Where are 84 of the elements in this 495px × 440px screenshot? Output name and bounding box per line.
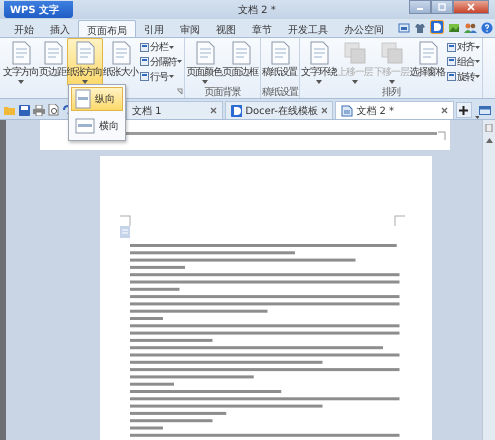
menu-tab[interactable]: 视图: [208, 20, 244, 37]
image-icon[interactable]: [448, 22, 460, 34]
caret-icon: [475, 60, 480, 64]
menu-item[interactable]: 纵向: [71, 87, 123, 111]
group-label: 排列: [382, 86, 400, 98]
ribbon-small-button[interactable]: 对齐: [446, 40, 480, 54]
landscape-page-icon: [75, 118, 95, 134]
document-tab[interactable]: 文档 2 *: [335, 101, 454, 119]
menu-tab[interactable]: 引用: [136, 20, 172, 37]
ribbon-button[interactable]: 稿纸设置: [262, 38, 298, 86]
ribbon-button[interactable]: 选择窗格: [410, 38, 446, 86]
up-arrow-icon[interactable]: [486, 138, 492, 143]
window-icon[interactable]: [479, 106, 492, 115]
caret-icon: [475, 75, 480, 78]
menu-tab[interactable]: 页面布局: [78, 20, 136, 37]
menu-tab[interactable]: 插入: [42, 20, 78, 37]
tool-icon: [140, 42, 150, 52]
print-icon[interactable]: [33, 104, 45, 116]
menu-tab[interactable]: 章节: [244, 20, 280, 37]
margin-mark: [394, 216, 406, 226]
margin-mark: [438, 132, 446, 140]
ribbon-button[interactable]: 页边距: [39, 38, 67, 86]
ribbon-small-button[interactable]: 分隔符: [140, 55, 182, 68]
ribbon-button[interactable]: 文字环绕: [301, 38, 338, 86]
help-icon[interactable]: [481, 22, 493, 34]
ribbon-small-button[interactable]: 行号: [140, 70, 182, 84]
document-tab[interactable]: 文档 1: [126, 101, 224, 119]
tool-icon: [446, 57, 456, 66]
group-label: 稿纸设置: [262, 86, 298, 98]
tool-icon: [446, 42, 456, 52]
caret-icon: [202, 80, 208, 84]
close-tab-icon[interactable]: [210, 107, 218, 114]
people-icon[interactable]: [464, 22, 477, 34]
save-icon[interactable]: [19, 104, 30, 116]
docer-icon: [231, 104, 242, 116]
ribbon-button[interactable]: 文字方向: [3, 38, 40, 86]
menu-tab[interactable]: 办公空间: [336, 20, 392, 37]
caret-icon: [475, 46, 480, 49]
ribbon-small-button[interactable]: 组合: [446, 55, 480, 68]
tool-icon: [140, 57, 150, 66]
ribbon-button[interactable]: 纸张大小: [102, 38, 140, 86]
caret-icon: [168, 75, 174, 78]
scrollbar[interactable]: [482, 120, 495, 440]
page-icon: [120, 226, 130, 238]
plus-icon: [459, 106, 468, 114]
maximize-button[interactable]: [431, 0, 453, 14]
group-label: 页面背景: [204, 86, 241, 98]
window-icon[interactable]: [398, 22, 410, 34]
minimize-button[interactable]: [409, 0, 431, 14]
ribbon-button[interactable]: 页面颜色: [186, 38, 223, 86]
layers-icon: [380, 41, 404, 65]
ribbon-button[interactable]: 页面边框: [222, 38, 259, 86]
menu-tab[interactable]: 开发工具: [280, 20, 336, 37]
caret-icon: [388, 80, 395, 84]
close-tab-icon[interactable]: [440, 107, 448, 114]
preview-icon[interactable]: [48, 104, 59, 116]
caret-icon: [352, 80, 358, 84]
ribbon-small-button[interactable]: 旋转: [446, 70, 480, 84]
window-title: 文档 2 *: [238, 4, 276, 17]
tool-icon: [446, 72, 456, 82]
app-menu-button[interactable]: WPS 文字: [4, 1, 74, 18]
caret-icon: [168, 46, 174, 49]
ribbon-small-button[interactable]: 分栏: [140, 40, 182, 54]
new-tab-button[interactable]: [456, 102, 472, 118]
shirt-icon[interactable]: [414, 22, 426, 34]
caret-icon: [177, 60, 182, 64]
menu-tab[interactable]: 审阅: [172, 20, 208, 37]
caret-icon: [316, 80, 322, 84]
close-button[interactable]: [453, 0, 489, 14]
dialog-launcher-icon[interactable]: [176, 88, 184, 95]
tool-icon: [140, 72, 150, 82]
portrait-page-icon: [75, 89, 91, 109]
menu-item[interactable]: 横向: [71, 114, 123, 138]
layers-icon: [343, 41, 368, 65]
document-tab[interactable]: Docer-在线模板: [225, 101, 334, 119]
close-icon: [467, 3, 475, 11]
caret-icon: [18, 80, 24, 84]
margin-mark: [120, 216, 130, 226]
docer-icon[interactable]: [430, 20, 444, 34]
document-icon: [341, 104, 354, 116]
page-icon[interactable]: [485, 124, 493, 132]
close-tab-icon[interactable]: [320, 107, 328, 114]
menu-tab[interactable]: 开始: [6, 20, 42, 37]
maximize-icon: [438, 3, 446, 11]
